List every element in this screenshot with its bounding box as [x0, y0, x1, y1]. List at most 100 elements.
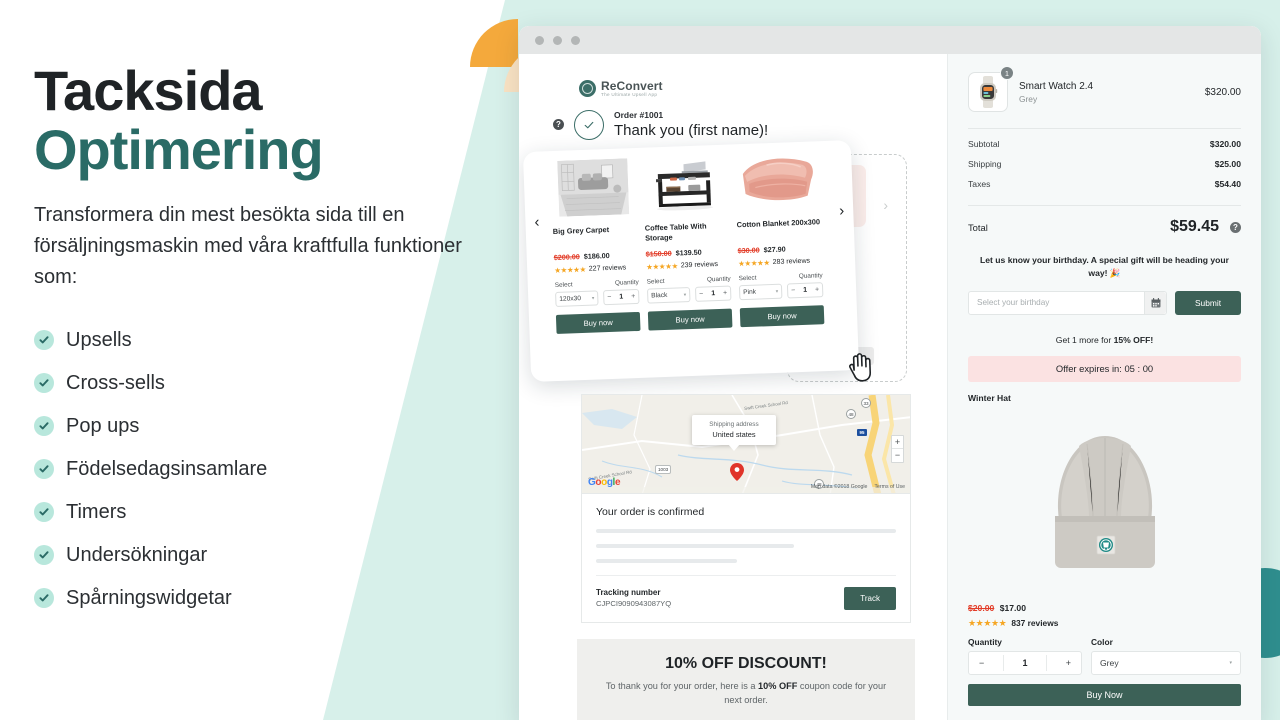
upsell-price: $20.00 $17.00	[968, 603, 1241, 613]
buy-now-button[interactable]: Buy now	[647, 308, 733, 331]
list-item: Undersökningar	[34, 534, 494, 577]
tooltip-value: United states	[712, 429, 756, 439]
quantity-label: Quantity	[706, 275, 731, 284]
variant-select[interactable]: 120x30 ▾	[555, 290, 599, 307]
cart-item-price: $320.00	[1204, 86, 1241, 98]
feature-label: Pop ups	[66, 414, 140, 437]
quantity-stepper[interactable]: − 1 +	[694, 285, 732, 302]
shipping-address-tooltip: Shipping address United states	[692, 414, 776, 445]
map-road-badge: 1003	[655, 464, 672, 474]
quantity-decrease-icon[interactable]: −	[979, 658, 984, 668]
color-label: Color	[1091, 636, 1113, 647]
orange-quarter-circle-shape	[470, 19, 518, 67]
quantity-decrease-icon[interactable]: −	[607, 294, 611, 301]
price-new: $186.00	[583, 250, 610, 261]
discount-coupon-card: 10% OFF DISCOUNT! To thank you for your …	[577, 638, 915, 720]
track-button[interactable]: Track	[844, 586, 896, 610]
summary-row: Shipping $25.00	[968, 159, 1241, 169]
headline-line-2: Optimering	[34, 117, 324, 181]
order-number: Order #1001	[614, 109, 664, 120]
select-label: Select	[554, 281, 573, 289]
skeleton-line	[596, 543, 794, 548]
total-value: $59.45	[1170, 218, 1219, 235]
buy-now-button[interactable]: Buy now	[739, 304, 825, 328]
variant-select[interactable]: Black ▾	[646, 286, 691, 304]
variant-value: Pink	[743, 288, 757, 296]
chevron-down-icon: ▾	[1229, 659, 1232, 666]
product-rating: ★★★★★ 283 reviews	[738, 256, 822, 268]
quantity-stepper[interactable]: − 1 +	[786, 281, 824, 299]
birthday-form: Select your birthday Submit	[968, 290, 1241, 315]
confirmation-title: Your order is confirmed	[596, 505, 705, 518]
review-count: 239 reviews	[680, 260, 719, 270]
divider	[1002, 654, 1004, 671]
quantity-increase-icon[interactable]: +	[723, 289, 727, 296]
review-count: 837 reviews	[1011, 618, 1059, 629]
submit-birthday-button[interactable]: Submit	[1175, 290, 1241, 315]
check-icon	[34, 330, 54, 351]
map-interstate-shield: 95	[857, 428, 867, 436]
buy-now-button[interactable]: Buy now	[555, 311, 641, 334]
window-close-dot-icon[interactable]	[535, 35, 544, 45]
order-confirmation-card: Your order is confirmed Tracking number …	[581, 493, 911, 623]
divider	[1046, 654, 1048, 671]
quantity-increase-icon[interactable]: +	[631, 293, 635, 300]
tracking-code: CJPCI9090943087YQ	[596, 599, 672, 609]
calendar-icon[interactable]	[1144, 291, 1166, 314]
upsell-product-image-winter-hat	[968, 409, 1241, 597]
map-route-badge: 48	[846, 408, 856, 419]
variant-select[interactable]: Pink ▾	[738, 283, 783, 301]
quantity-increase-icon[interactable]: +	[1066, 658, 1071, 668]
thankyou-page-main: ReConvert The Ultimate Upsell App ? Orde…	[519, 54, 947, 720]
feature-label: Spårningswidgetar	[66, 586, 232, 609]
feature-label: Upsells	[66, 328, 132, 351]
map-terms-link[interactable]: Terms of Use	[874, 484, 905, 490]
quantity-increase-icon[interactable]: +	[815, 286, 819, 293]
map-zoom-in-button[interactable]: +	[892, 436, 903, 449]
hero-copy: Tacksida Optimering Transformera din mes…	[34, 61, 494, 620]
order-total-row: Total $59.45 ?	[968, 218, 1241, 236]
select-label: Select	[646, 277, 665, 286]
carousel-card: ‹ › Big Grey Carpet $200.00 $186.00 ★★★★…	[522, 139, 872, 382]
quantity-stepper[interactable]: − 1 +	[968, 650, 1082, 675]
quantity-stepper[interactable]: − 1 +	[603, 288, 640, 306]
logo-name: ReConvert	[601, 79, 663, 93]
map-zoom-controls[interactable]: + −	[891, 434, 904, 463]
cursor-hand-icon	[849, 352, 872, 382]
upsell-buy-now-button[interactable]: Buy Now	[968, 683, 1241, 706]
birthday-placeholder: Select your birthday	[977, 298, 1050, 308]
birthday-input[interactable]: Select your birthday	[968, 290, 1167, 315]
product-title: Cotton Blanket 200x300	[736, 217, 821, 230]
divider	[968, 128, 1241, 129]
map-data-credit: Map data ©2018 Google	[810, 483, 868, 490]
summary-row: Taxes $54.40	[968, 179, 1241, 189]
product-price: $200.00 $186.00	[554, 250, 638, 262]
check-icon	[34, 459, 54, 480]
coupon-subtitle: To thank you for your order, here is a 1…	[597, 680, 895, 708]
quantity-decrease-icon[interactable]: −	[791, 287, 795, 294]
feature-label: Födelsedagsinsamlare	[66, 457, 268, 480]
color-select[interactable]: Grey ▾	[1091, 650, 1241, 675]
shipping-map[interactable]: Swift Creek School Rd Swift Creek School…	[581, 393, 911, 494]
quantity-decrease-icon[interactable]: −	[699, 290, 703, 297]
reconvert-logo-icon	[579, 80, 596, 98]
window-maximize-dot-icon[interactable]	[571, 35, 580, 45]
carousel-next-button[interactable]: ›	[839, 202, 845, 219]
upsell-headline: Get 1 more for 15% OFF!	[968, 335, 1241, 345]
list-item: Pop ups	[34, 405, 494, 448]
help-question-icon[interactable]: ?	[1230, 221, 1241, 233]
feature-label: Undersökningar	[66, 543, 208, 566]
chevron-down-icon: ▾	[683, 291, 687, 298]
coupon-title: 10% OFF DISCOUNT!	[665, 654, 827, 672]
quantity-value: 1	[619, 293, 624, 301]
summary-label: Taxes	[968, 179, 991, 189]
browser-mockup: ReConvert The Ultimate Upsell App ? Orde…	[519, 26, 1261, 720]
help-question-icon[interactable]: ?	[553, 119, 564, 131]
divider	[596, 574, 896, 576]
product-item: Big Grey Carpet $200.00 $186.00 ★★★★★ 22…	[550, 158, 641, 334]
map-zoom-out-button[interactable]: −	[892, 449, 903, 462]
window-minimize-dot-icon[interactable]	[553, 35, 562, 45]
color-value: Grey	[1100, 657, 1119, 668]
tracking-row: Tracking number CJPCI9090943087YQ Track	[596, 586, 896, 610]
carousel-prev-button[interactable]: ‹	[534, 213, 540, 230]
